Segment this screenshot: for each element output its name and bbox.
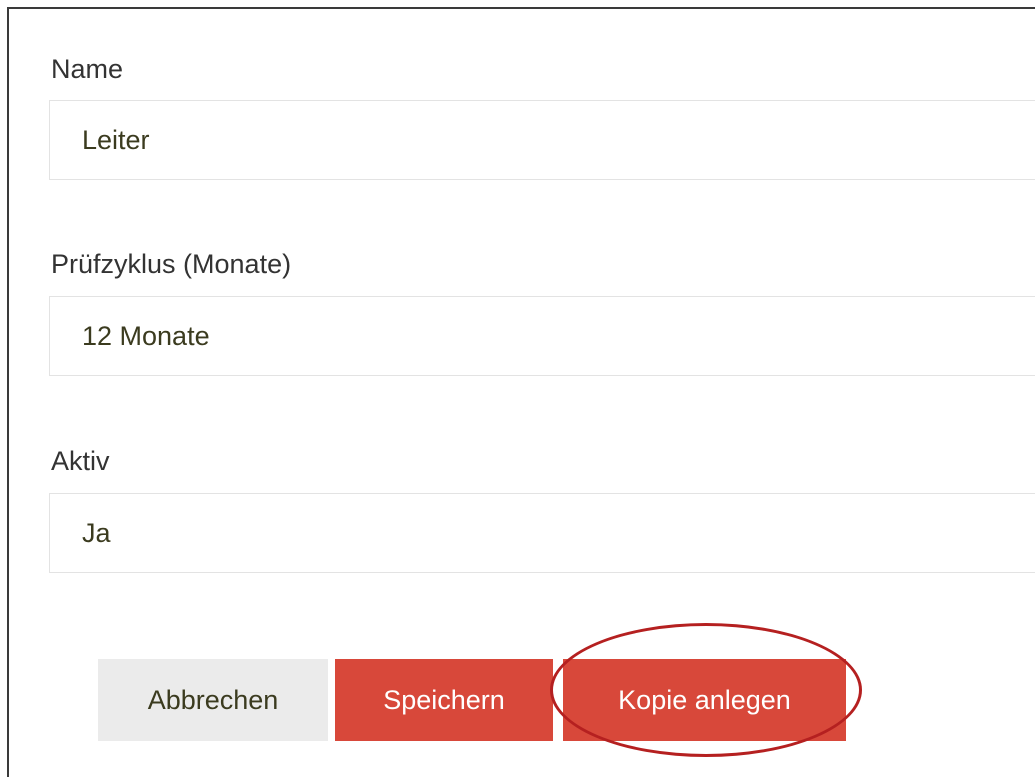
- test-cycle-select[interactable]: 12 Monate: [49, 296, 1035, 376]
- active-select-value: Ja: [82, 518, 111, 548]
- create-copy-button[interactable]: Kopie anlegen: [563, 659, 846, 741]
- name-field-value: Leiter: [82, 125, 150, 155]
- test-cycle-select-value: 12 Monate: [82, 321, 210, 351]
- test-cycle-label: Prüfzyklus (Monate): [51, 249, 292, 279]
- save-button[interactable]: Speichern: [335, 659, 553, 741]
- name-field[interactable]: Leiter: [49, 100, 1035, 180]
- name-label: Name: [51, 54, 124, 84]
- active-label: Aktiv: [51, 446, 110, 476]
- cancel-button[interactable]: Abbrechen: [98, 659, 328, 741]
- active-select[interactable]: Ja: [49, 493, 1035, 573]
